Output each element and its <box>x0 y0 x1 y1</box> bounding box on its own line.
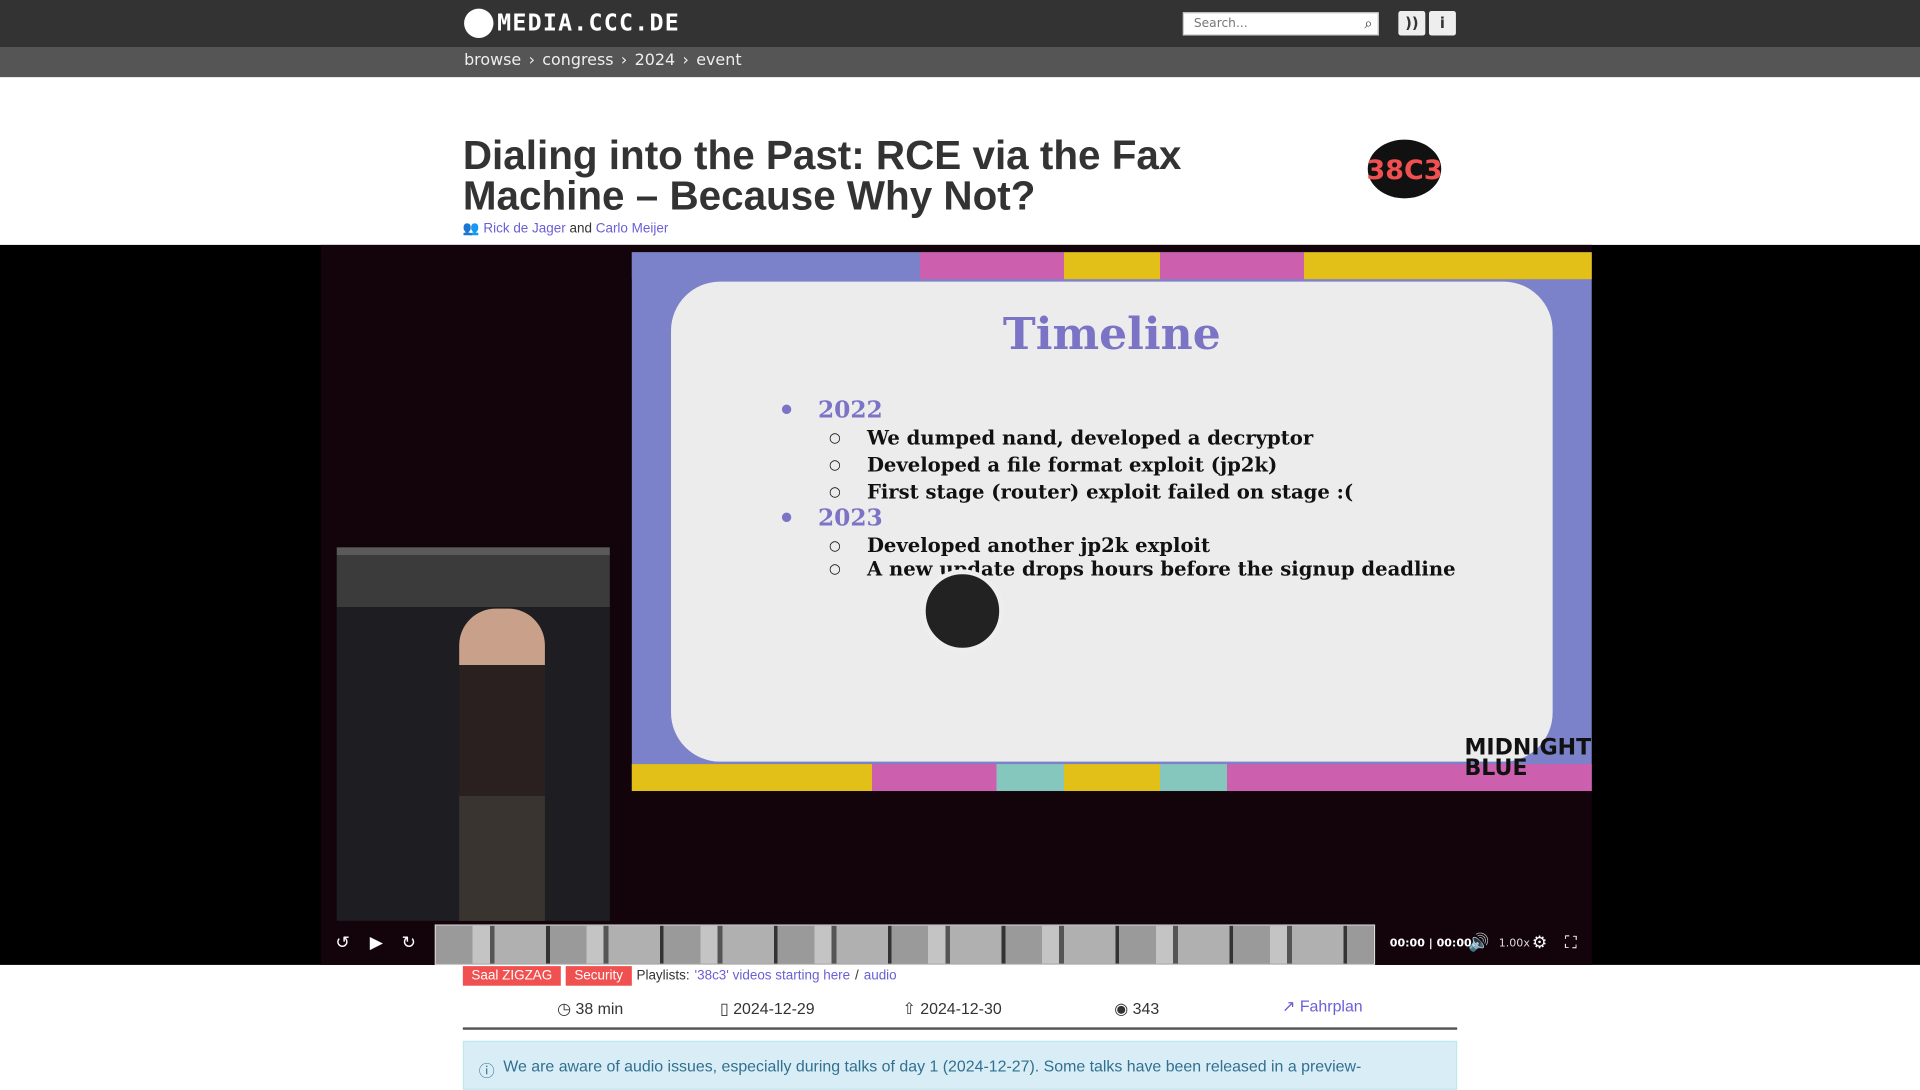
calendar-icon: ▯ <box>720 999 729 1018</box>
chevron-icon: › <box>620 51 628 70</box>
and-text: and <box>569 221 592 237</box>
alert-text: We are aware of audio issues, especially… <box>503 1056 1362 1076</box>
separator: / <box>855 968 859 984</box>
settings-gear-icon[interactable]: ⚙ <box>1532 933 1547 953</box>
crumb-browse[interactable]: browse <box>464 51 521 69</box>
date-value: 2024-12-29 <box>733 999 815 1018</box>
player-controls: ↺ ▶ ↻ 00:00 | 00:00 🔊 1.00x ⚙ ⛶ <box>321 922 1592 965</box>
eye-icon: ◉ <box>1114 999 1129 1018</box>
rewind-15-icon[interactable]: ↺ <box>336 933 350 953</box>
info-circle-icon: ⓘ <box>478 1061 495 1081</box>
slide-bullet: Developed a file format exploit (jp2k) <box>829 453 1277 476</box>
author-link[interactable]: Carlo Meijer <box>596 222 669 237</box>
play-icon[interactable]: ▶ <box>370 933 383 953</box>
release-value: 2024-12-30 <box>920 999 1002 1018</box>
fahrplan-label: Fahrplan <box>1299 996 1363 1016</box>
forward-30-icon[interactable]: ↻ <box>402 933 416 953</box>
clock-icon: ◷ <box>557 999 572 1018</box>
tag-track[interactable]: Security <box>565 966 632 986</box>
svg-text:38C3: 38C3 <box>1367 155 1443 186</box>
release-date: ⇧ 2024-12-30 <box>902 999 1001 1019</box>
search-placeholder: Search... <box>1193 17 1248 31</box>
presentation-slide: Timeline 2022 We dumped nand, developed … <box>631 252 1592 792</box>
playlists-label: Playlists: <box>636 968 690 984</box>
playlist-audio-link[interactable]: audio <box>864 969 897 984</box>
playback-rate[interactable]: 1.00x <box>1499 938 1530 950</box>
people-icon: 👥 <box>462 221 480 237</box>
views: ◉ 343 <box>1114 999 1159 1019</box>
rss-icon: )) <box>1405 14 1419 32</box>
slide-bullet: We dumped nand, developed a decryptor <box>829 426 1313 449</box>
playlist-link[interactable]: '38c3' videos starting here <box>695 969 851 984</box>
fullscreen-icon[interactable]: ⛶ <box>1565 933 1577 953</box>
speaker <box>459 608 545 921</box>
fahrplan-link[interactable]: ↗ Fahrplan <box>1282 997 1363 1017</box>
event-logo[interactable]: 38C3 <box>1359 135 1450 204</box>
breadcrumb: browse › congress › 2024 › event <box>0 47 1920 78</box>
volume-icon[interactable]: 🔊 <box>1468 933 1489 953</box>
date: ▯ 2024-12-29 <box>720 999 815 1019</box>
top-header: MEDIA.CCC.DE Search... ⌕ )) i <box>0 0 1920 48</box>
crumb-congress[interactable]: congress <box>542 51 613 69</box>
rss-button[interactable]: )) <box>1398 11 1426 36</box>
search-icon[interactable]: ⌕ <box>1364 15 1372 33</box>
site-logo[interactable]: MEDIA.CCC.DE <box>464 8 680 38</box>
duration: ◷ 38 min <box>557 999 623 1019</box>
info-alert: ⓘ We are aware of audio issues, especiall… <box>462 1040 1458 1090</box>
crumb-year[interactable]: 2024 <box>635 51 676 69</box>
author-link[interactable]: Rick de Jager <box>483 222 565 237</box>
crumb-event: event <box>696 51 742 70</box>
info-icon: i <box>1439 14 1445 32</box>
slide-bullet: Developed another jp2k exploit <box>829 534 1210 557</box>
slide-brand: MIDNIGHT BLUE <box>1464 734 1592 782</box>
time-display: 00:00 | 00:00 <box>1389 937 1472 951</box>
chevron-icon: › <box>682 51 689 70</box>
tag-room[interactable]: Saal ZIGZAG <box>462 966 561 986</box>
seek-bar[interactable] <box>434 924 1376 965</box>
views-value: 343 <box>1132 999 1160 1018</box>
loading-spinner-icon <box>920 569 1005 653</box>
meta-row: ◷ 38 min ▯ 2024-12-29 ⇧ 2024-12-30 ◉ 343… <box>462 997 1458 1030</box>
search-input[interactable]: Search... ⌕ <box>1182 12 1379 36</box>
slide-year: 2023 <box>781 504 882 531</box>
slide-title: Timeline <box>1002 308 1221 361</box>
video-player[interactable]: Timeline 2022 We dumped nand, developed … <box>0 244 1920 965</box>
video-frame[interactable]: Timeline 2022 We dumped nand, developed … <box>320 244 1592 965</box>
logo-text: MEDIA.CCC.DE <box>497 9 680 37</box>
info-button[interactable]: i <box>1428 11 1456 36</box>
page-title: Dialing into the Past: RCE via the Fax M… <box>462 132 1182 218</box>
logo-icon <box>464 8 494 38</box>
tags-row: Saal ZIGZAG Security Playlists: '38c3' v… <box>462 966 897 986</box>
slide-bullet: First stage (router) exploit failed on s… <box>829 480 1353 503</box>
slide-year: 2022 <box>781 397 882 424</box>
speaker-camera <box>336 547 610 921</box>
chevron-icon: › <box>528 51 535 70</box>
authors: 👥 Rick de Jager and Carlo Meijer <box>462 220 669 237</box>
duration-value: 38 min <box>575 999 624 1018</box>
external-link-icon: ↗ <box>1282 996 1296 1016</box>
upload-icon: ⇧ <box>902 999 916 1018</box>
